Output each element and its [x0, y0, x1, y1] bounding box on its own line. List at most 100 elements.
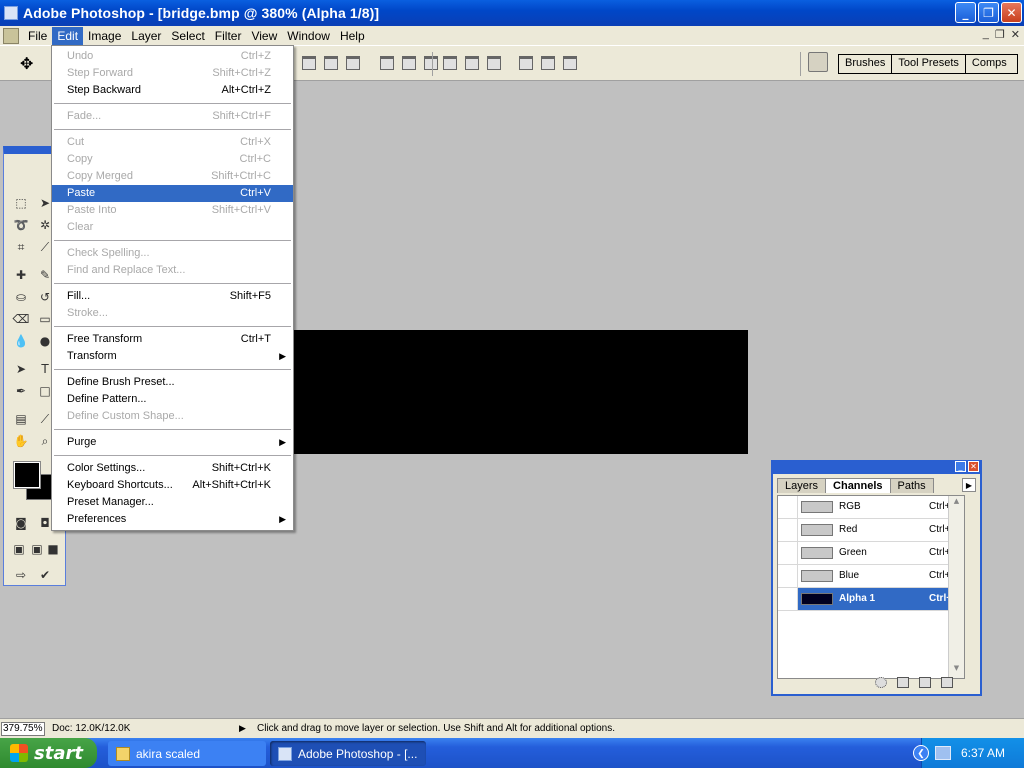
menu-item-color-settings[interactable]: Color Settings... Shift+Ctrl+K: [52, 460, 293, 477]
delete-channel-icon[interactable]: [941, 677, 953, 688]
zoom-field[interactable]: 379.75%: [1, 722, 45, 736]
palette-well-comps[interactable]: Comps: [965, 55, 1017, 73]
document-icon[interactable]: [3, 27, 19, 44]
menu-item-find-and-replace-text[interactable]: Find and Replace Text...: [52, 262, 293, 279]
menu-item-paste-into[interactable]: Paste Into Shift+Ctrl+V: [52, 202, 293, 219]
menu-window[interactable]: Window: [282, 27, 335, 45]
palette-well-tool-presets[interactable]: Tool Presets: [892, 55, 966, 73]
channel-row-green[interactable]: Green Ctrl+2: [778, 542, 956, 565]
tray-expand-icon[interactable]: ❮: [913, 745, 929, 761]
align-left-icon[interactable]: [380, 56, 394, 70]
menu-edit[interactable]: Edit: [52, 26, 84, 45]
crop-tool-icon[interactable]: ⌗: [12, 238, 30, 256]
document-canvas[interactable]: [290, 330, 748, 454]
align-right-icon[interactable]: [424, 56, 438, 70]
lasso-tool-icon[interactable]: ➰: [12, 216, 30, 234]
healing-brush-icon[interactable]: ✚: [12, 266, 30, 284]
load-channel-selection-icon[interactable]: [875, 677, 887, 688]
tab-paths[interactable]: Paths: [889, 478, 934, 493]
menu-layer[interactable]: Layer: [126, 27, 166, 45]
menu-view[interactable]: View: [246, 27, 282, 45]
standard-mode-icon[interactable]: ◙: [12, 514, 30, 532]
doc-close-button[interactable]: ✕: [1011, 28, 1020, 41]
menu-item-paste[interactable]: Paste Ctrl+V: [52, 185, 293, 202]
jump-to-imageready-icon[interactable]: ⇨: [12, 566, 30, 584]
save-selection-channel-icon[interactable]: [897, 677, 909, 688]
move-tool-icon[interactable]: ✥: [20, 54, 33, 73]
taskbar-item-photoshop[interactable]: Adobe Photoshop - [...: [270, 741, 426, 766]
scroll-down-icon[interactable]: ▼: [950, 664, 963, 677]
visibility-eye-icon[interactable]: [778, 542, 798, 564]
tab-channels[interactable]: Channels: [825, 478, 891, 493]
channel-row-alpha-1[interactable]: 👁 Alpha 1 Ctrl+4: [778, 588, 958, 611]
menu-filter[interactable]: Filter: [210, 27, 247, 45]
visibility-eye-icon[interactable]: 👁: [778, 588, 798, 610]
visibility-eye-icon[interactable]: [778, 519, 798, 541]
menu-item-clear[interactable]: Clear: [52, 219, 293, 236]
doc-minimize-button[interactable]: _: [983, 28, 989, 41]
menu-item-stroke[interactable]: Stroke...: [52, 305, 293, 322]
screen-mode-full-icon[interactable]: ■: [44, 540, 62, 558]
menu-item-fade[interactable]: Fade... Shift+Ctrl+F: [52, 108, 293, 125]
channel-row-rgb[interactable]: RGB Ctrl+~: [778, 496, 956, 519]
taskbar-item-explorer[interactable]: akira scaled: [108, 741, 266, 766]
menu-item-copy-merged[interactable]: Copy Merged Shift+Ctrl+C: [52, 168, 293, 185]
distribute-bottom-icon[interactable]: [487, 56, 501, 70]
align-vcenter-icon[interactable]: [324, 56, 338, 70]
menu-item-preferences[interactable]: Preferences ▶: [52, 511, 293, 528]
minimize-button[interactable]: _: [955, 2, 976, 23]
menu-select[interactable]: Select: [166, 27, 209, 45]
visibility-eye-icon[interactable]: [778, 496, 798, 518]
maximize-button[interactable]: ❐: [978, 2, 999, 23]
palette-close-button[interactable]: ✕: [968, 461, 979, 472]
file-browser-icon[interactable]: [808, 52, 828, 72]
palette-well-brushes[interactable]: Brushes: [839, 55, 893, 73]
clone-stamp-icon[interactable]: ⛀: [12, 288, 30, 306]
palette-menu-button[interactable]: ▶: [962, 478, 976, 492]
menu-item-purge[interactable]: Purge ▶: [52, 434, 293, 451]
doc-restore-button[interactable]: ❐: [995, 28, 1005, 41]
menu-image[interactable]: Image: [83, 27, 126, 45]
close-button[interactable]: ✕: [1001, 2, 1022, 23]
hand-tool-icon[interactable]: ✋: [12, 432, 30, 450]
foreground-color-swatch[interactable]: [13, 461, 41, 489]
menu-item-preset-manager[interactable]: Preset Manager...: [52, 494, 293, 511]
notes-tool-icon[interactable]: ▤: [12, 410, 30, 428]
menu-item-cut[interactable]: Cut Ctrl+X: [52, 134, 293, 151]
new-channel-icon[interactable]: [919, 677, 931, 688]
menu-item-define-brush-preset[interactable]: Define Brush Preset...: [52, 374, 293, 391]
imageready-icon[interactable]: ✔: [36, 566, 54, 584]
blur-tool-icon[interactable]: 💧: [12, 332, 30, 350]
screen-mode-standard-icon[interactable]: ▣: [10, 540, 28, 558]
align-top-icon[interactable]: [302, 56, 316, 70]
menu-item-step-backward[interactable]: Step Backward Alt+Ctrl+Z: [52, 82, 293, 99]
pen-tool-icon[interactable]: ✒: [12, 382, 30, 400]
menu-help[interactable]: Help: [335, 27, 370, 45]
eraser-tool-icon[interactable]: ⌫: [12, 310, 30, 328]
channel-list-scrollbar[interactable]: ▲ ▼: [948, 496, 964, 678]
status-menu-arrow-icon[interactable]: ▶: [239, 723, 246, 734]
distribute-top-icon[interactable]: [443, 56, 457, 70]
palette-minimize-button[interactable]: _: [955, 461, 966, 472]
menu-item-transform[interactable]: Transform ▶: [52, 348, 293, 365]
align-bottom-icon[interactable]: [346, 56, 360, 70]
photoshop-app-icon[interactable]: [4, 6, 18, 20]
menu-item-free-transform[interactable]: Free Transform Ctrl+T: [52, 331, 293, 348]
channel-row-red[interactable]: Red Ctrl+1: [778, 519, 956, 542]
distribute-vcenter-icon[interactable]: [465, 56, 479, 70]
path-selection-icon[interactable]: ➤: [12, 360, 30, 378]
menu-file[interactable]: File: [23, 27, 52, 45]
align-hcenter-icon[interactable]: [402, 56, 416, 70]
start-button[interactable]: start: [0, 738, 97, 768]
menu-item-keyboard-shortcuts[interactable]: Keyboard Shortcuts... Alt+Shift+Ctrl+K: [52, 477, 293, 494]
distribute-left-icon[interactable]: [519, 56, 533, 70]
visibility-eye-icon[interactable]: [778, 565, 798, 587]
menu-item-undo[interactable]: Undo Ctrl+Z: [52, 48, 293, 65]
network-icon[interactable]: [935, 746, 951, 760]
marquee-tool-icon[interactable]: ⬚: [12, 194, 30, 212]
menu-item-copy[interactable]: Copy Ctrl+C: [52, 151, 293, 168]
distribute-hcenter-icon[interactable]: [541, 56, 555, 70]
menu-item-fill[interactable]: Fill... Shift+F5: [52, 288, 293, 305]
distribute-right-icon[interactable]: [563, 56, 577, 70]
menu-item-step-forward[interactable]: Step Forward Shift+Ctrl+Z: [52, 65, 293, 82]
